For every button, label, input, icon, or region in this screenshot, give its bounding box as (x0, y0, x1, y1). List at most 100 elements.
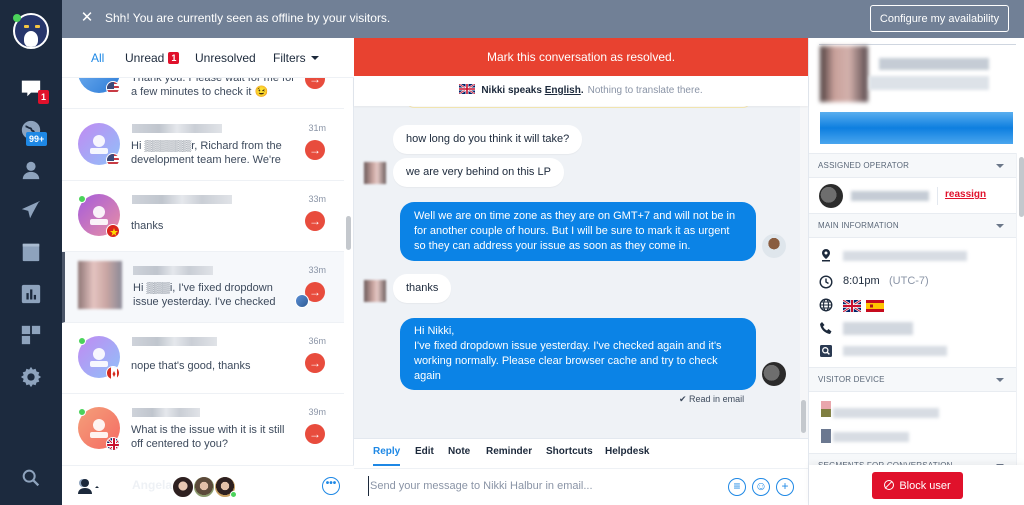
side-scrollbar[interactable] (1016, 153, 1024, 465)
composer-tab-reminder[interactable]: Reminder (486, 446, 532, 464)
conversation-preview: Thank you. Please wait for me for a few … (131, 78, 295, 98)
composer-tab-edit[interactable]: Edit (415, 446, 434, 464)
online-status-dot (13, 14, 21, 22)
visitor-message: how long do you think it will take? (393, 125, 583, 154)
conversation-item-selected[interactable]: 33m Hi ▒▒▒i, I've fixed dropdown issue y… (62, 252, 344, 323)
add-attachment-icon[interactable]: + (776, 478, 794, 496)
conversation-preview: Hi ▒▒▒i, I've fixed dropdown issue yeste… (133, 282, 276, 308)
lang-prefix: Nikki speaks (481, 85, 545, 96)
visitor-avatar (364, 280, 386, 302)
browser-icon (821, 409, 831, 417)
os-redacted (833, 432, 909, 442)
language-bar: Nikki speaks English. Nothing to translat… (354, 76, 808, 106)
globe-icon (819, 298, 833, 312)
chat-scrollbar-thumb[interactable] (801, 400, 806, 433)
block-user-label: Block user (899, 479, 951, 492)
crisp-inbox: 1 99+ ✕ Shh! You are currently seen as o… (0, 0, 1024, 505)
nav-plugins[interactable] (19, 323, 43, 347)
chat-panel: Mark this conversation as resolved. Nikk… (354, 38, 808, 505)
operator-name-redacted (851, 191, 929, 201)
conversation-item[interactable]: 36m nope that's good, thanks → (62, 323, 344, 394)
offline-message: Shh! You are currently seen as offline b… (105, 11, 391, 25)
flag-gb-icon (459, 84, 476, 94)
info-search (819, 344, 1009, 360)
tab-label: All (91, 51, 105, 65)
info-languages (819, 298, 1009, 314)
operator-message: Hi Nikki, I've fixed dropdown issue yest… (400, 318, 756, 390)
open-conversation-arrow-icon[interactable]: → (305, 211, 325, 231)
section-title: VISITOR DEVICE (818, 375, 885, 384)
logo-eye (35, 25, 40, 28)
user-icon (78, 479, 99, 494)
nav-helpdesk[interactable] (19, 240, 43, 264)
tab-all[interactable]: All (91, 51, 104, 65)
section-main-information[interactable]: MAIN INFORMATION (809, 213, 1016, 238)
flag-gb-icon (106, 437, 120, 451)
tab-unread[interactable]: Unread 1 (125, 51, 180, 65)
open-conversation-arrow-icon[interactable]: → (305, 78, 325, 89)
list-scrollbar[interactable] (346, 216, 351, 250)
tab-label: Unread (125, 51, 165, 65)
chevron-down-icon (996, 224, 1004, 228)
language-link[interactable]: English (545, 85, 581, 96)
flag-us-icon (106, 153, 120, 167)
conversation-item[interactable]: 39m What is the issue with it is it stil… (62, 394, 344, 464)
nav-contacts[interactable] (19, 158, 43, 182)
more-options-icon[interactable]: ••• (322, 477, 340, 495)
close-banner-icon[interactable]: ✕ (80, 10, 94, 25)
message-input[interactable] (368, 476, 718, 496)
chat-scrollbar[interactable] (800, 106, 808, 438)
online-indicator (78, 195, 86, 203)
user-placeholder-icon (90, 348, 108, 367)
visitor-name-redacted (879, 58, 989, 70)
configure-availability-button[interactable]: Configure my availability (870, 5, 1009, 32)
section-assigned-operator[interactable]: ASSIGNED OPERATOR (809, 153, 1016, 178)
open-conversation-arrow-icon[interactable]: → (305, 353, 325, 373)
online-indicator (78, 337, 86, 345)
nav-visitors[interactable]: 99+ (19, 118, 48, 146)
nav-badge-conversations: 1 (38, 90, 50, 104)
nav-search[interactable] (19, 466, 43, 490)
read-receipt: ✔ Read in email (679, 394, 745, 404)
local-time: 8:01pm (843, 275, 880, 287)
my-status-toggle[interactable] (76, 478, 100, 494)
conversation-item[interactable]: 33m thanks → (62, 181, 344, 252)
section-segments[interactable]: SEGMENTS FOR CONVERSATION (809, 453, 1016, 465)
visitor-name-redacted (132, 337, 217, 346)
shortcuts-menu-icon[interactable]: ≡ (728, 478, 746, 496)
open-conversation-arrow-icon[interactable]: → (305, 424, 325, 444)
visitor-name-redacted (132, 408, 200, 417)
mark-resolved-button[interactable]: Mark this conversation as resolved. (354, 38, 808, 76)
nav-conversations[interactable]: 1 (19, 76, 50, 104)
composer-tab-reply[interactable]: Reply (373, 446, 401, 466)
visitor-action-redacted[interactable] (820, 112, 1013, 144)
emoji-icon[interactable]: ☺ (752, 478, 770, 496)
conversation-time: 31m (308, 123, 326, 133)
conversation-preview: thanks (131, 220, 164, 232)
side-scrollbar-thumb[interactable] (1019, 157, 1024, 217)
divider (354, 468, 808, 469)
gear-icon (20, 366, 42, 388)
section-visitor-device[interactable]: VISITOR DEVICE (809, 367, 1016, 392)
conversation-time: 33m (308, 265, 326, 275)
block-user-button[interactable]: Block user (872, 472, 963, 499)
tab-unresolved[interactable]: Unresolved (195, 51, 256, 65)
composer-tab-helpdesk[interactable]: Helpdesk (605, 446, 649, 464)
filters-dropdown[interactable]: Filters (273, 51, 319, 65)
conversation-item[interactable]: 31m Hi ▒▒▒▒▒▒r, Richard from the develop… (62, 110, 344, 181)
conversation-item[interactable]: Thank you. Please wait for me for a few … (62, 78, 344, 109)
reassign-link[interactable]: reassign (945, 189, 986, 200)
online-indicator (78, 408, 86, 416)
composer-tab-shortcuts[interactable]: Shortcuts (546, 446, 593, 464)
phone-redacted (843, 322, 913, 335)
visitor-name-redacted (132, 195, 232, 204)
online-operators[interactable] (172, 476, 252, 498)
nav-campaigns[interactable] (19, 198, 43, 222)
composer-tab-note[interactable]: Note (448, 446, 470, 464)
nav-analytics[interactable] (19, 282, 43, 306)
ghost-visitor-name: Angela (132, 478, 173, 492)
visitor-profile-panel: ASSIGNED OPERATOR reassign MAIN INFORMAT… (808, 38, 1024, 505)
nav-settings[interactable] (19, 365, 43, 389)
profile-redacted (843, 346, 947, 356)
open-conversation-arrow-icon[interactable]: → (305, 140, 325, 160)
